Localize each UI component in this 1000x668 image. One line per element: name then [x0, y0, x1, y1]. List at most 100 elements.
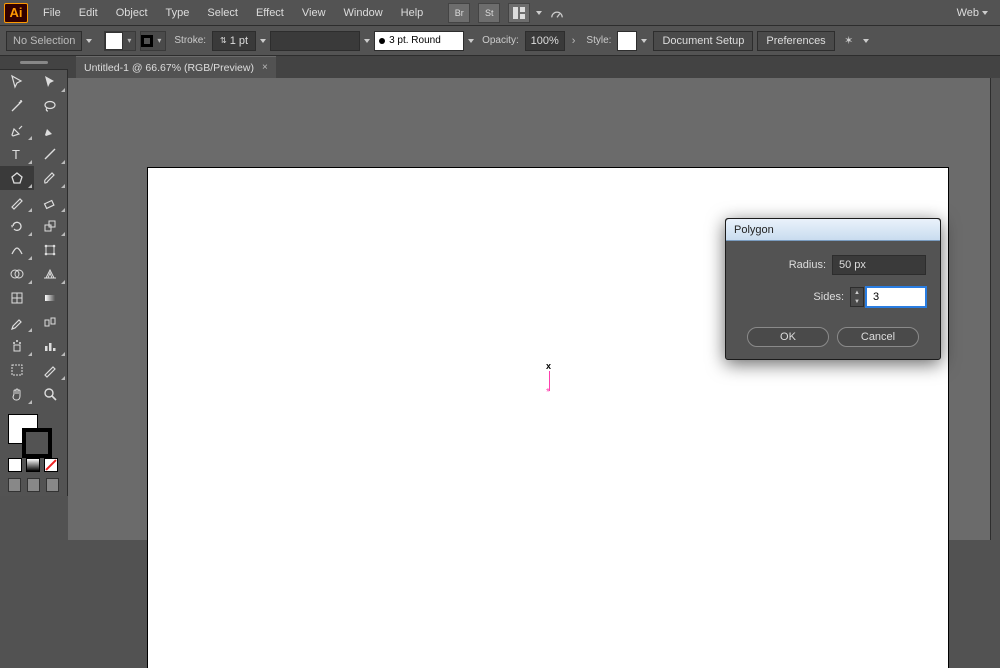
menu-edit[interactable]: Edit [70, 4, 107, 22]
bridge-icon[interactable]: Br [448, 3, 470, 23]
hand-tool[interactable] [0, 382, 34, 406]
workspace-switcher[interactable]: Web [949, 7, 996, 19]
stock-icon[interactable]: St [478, 3, 500, 23]
control-bar: No Selection ▾ ▾ Stroke: ⇅1 pt 3 pt. Rou… [0, 26, 1000, 56]
stroke-label: Stroke: [174, 35, 206, 46]
brush-value: 3 pt. Round [389, 35, 441, 46]
chevron-down-icon[interactable] [863, 39, 869, 43]
curvature-tool[interactable] [34, 118, 68, 142]
opacity-label: Opacity: [482, 35, 519, 46]
menu-object[interactable]: Object [107, 4, 157, 22]
draw-inside[interactable] [46, 478, 59, 492]
chevron-right-icon[interactable]: › [572, 35, 576, 47]
graphic-style-swatch[interactable] [617, 31, 637, 51]
shape-builder-tool[interactable] [0, 262, 34, 286]
draw-normal[interactable] [8, 478, 21, 492]
slice-tool[interactable] [34, 358, 68, 382]
document-tab-title: Untitled-1 @ 66.67% (RGB/Preview) [84, 62, 254, 74]
chevron-down-icon[interactable] [260, 39, 266, 43]
svg-text:T: T [12, 147, 20, 162]
scale-tool[interactable] [34, 214, 68, 238]
radius-label: Radius: [789, 259, 826, 271]
color-mode-gradient[interactable] [26, 458, 40, 472]
menu-view[interactable]: View [293, 4, 335, 22]
stroke-weight[interactable]: ⇅1 pt [212, 31, 256, 51]
lasso-tool[interactable] [34, 94, 68, 118]
shape-tool[interactable] [0, 166, 34, 190]
right-panel-collapsed[interactable] [990, 78, 1000, 540]
menu-file[interactable]: File [34, 4, 70, 22]
workspace-label: Web [957, 7, 979, 19]
sides-input[interactable] [866, 287, 926, 307]
draw-behind[interactable] [27, 478, 40, 492]
toolbox: T [0, 70, 68, 496]
draw-mode-row [0, 474, 67, 496]
stroke-swatch[interactable]: ▾ [140, 31, 166, 51]
fill-stroke-indicator[interactable] [0, 410, 68, 456]
gradient-tool[interactable] [34, 286, 68, 310]
app-logo[interactable]: Ai [4, 3, 28, 23]
cursor-star-marker: * [546, 387, 550, 398]
align-icon[interactable]: ✶ [839, 31, 859, 51]
selection-tool[interactable] [0, 70, 34, 94]
rotate-tool[interactable] [0, 214, 34, 238]
mesh-tool[interactable] [0, 286, 34, 310]
radius-input[interactable] [832, 255, 926, 275]
type-tool[interactable]: T [0, 142, 34, 166]
document-tabs: Untitled-1 @ 66.67% (RGB/Preview) × [0, 56, 1000, 78]
selection-indicator[interactable]: No Selection [6, 31, 82, 51]
arrange-icon[interactable] [508, 3, 530, 23]
direct-selection-tool[interactable] [34, 70, 68, 94]
menu-window[interactable]: Window [335, 4, 392, 22]
menu-effect[interactable]: Effect [247, 4, 293, 22]
menu-help[interactable]: Help [392, 4, 433, 22]
menu-type[interactable]: Type [157, 4, 199, 22]
brush-definition[interactable]: 3 pt. Round [374, 31, 464, 51]
sides-stepper[interactable]: ▲▼ [850, 287, 864, 307]
paintbrush-tool[interactable] [34, 166, 68, 190]
chevron-down-icon[interactable] [641, 39, 647, 43]
gauge-icon[interactable] [546, 3, 568, 23]
stroke-weight-value: 1 pt [230, 35, 248, 47]
color-mode-row [0, 456, 67, 474]
magic-wand-tool[interactable] [0, 94, 34, 118]
artboard-tool[interactable] [0, 358, 34, 382]
dialog-title[interactable]: Polygon [726, 219, 940, 241]
chevron-down-icon[interactable] [86, 39, 92, 43]
close-icon[interactable]: × [262, 62, 268, 73]
graph-tool[interactable] [34, 334, 68, 358]
free-transform-tool[interactable] [34, 238, 68, 262]
pen-tool[interactable] [0, 118, 34, 142]
chevron-down-icon[interactable] [468, 39, 474, 43]
color-mode-solid[interactable] [8, 458, 22, 472]
blend-tool[interactable] [34, 310, 68, 334]
ok-button[interactable]: OK [747, 327, 829, 347]
pencil-tool[interactable] [0, 190, 34, 214]
sides-spinner[interactable]: ▲▼ [850, 287, 926, 307]
style-label: Style: [586, 35, 611, 46]
document-setup-button[interactable]: Document Setup [653, 31, 753, 51]
stroke-color[interactable] [22, 428, 52, 458]
opacity-value[interactable]: 100% [525, 31, 565, 51]
sides-label: Sides: [813, 291, 844, 303]
cursor-anchor-marker: x [546, 361, 551, 371]
zoom-tool[interactable] [34, 382, 68, 406]
width-tool[interactable] [0, 238, 34, 262]
line-tool[interactable] [34, 142, 68, 166]
preferences-button[interactable]: Preferences [757, 31, 834, 51]
symbol-sprayer-tool[interactable] [0, 334, 34, 358]
menubar: Ai File Edit Object Type Select Effect V… [0, 0, 1000, 26]
chevron-down-icon [982, 11, 988, 15]
eyedropper-tool[interactable] [0, 310, 34, 334]
document-tab[interactable]: Untitled-1 @ 66.67% (RGB/Preview) × [76, 56, 276, 78]
toolbox-collapse-handle[interactable] [0, 56, 68, 70]
perspective-grid-tool[interactable] [34, 262, 68, 286]
color-mode-none[interactable] [44, 458, 58, 472]
chevron-down-icon[interactable] [536, 11, 542, 15]
eraser-tool[interactable] [34, 190, 68, 214]
variable-width-profile[interactable] [270, 31, 360, 51]
cancel-button[interactable]: Cancel [837, 327, 919, 347]
fill-swatch[interactable]: ▾ [104, 31, 136, 51]
chevron-down-icon[interactable] [364, 39, 370, 43]
menu-select[interactable]: Select [198, 4, 247, 22]
